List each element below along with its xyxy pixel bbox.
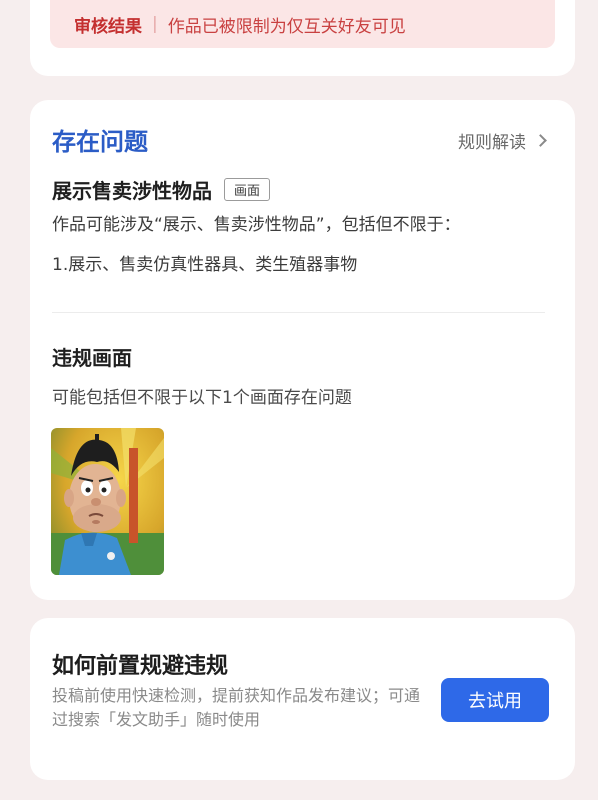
issue-description: 作品可能涉及“展示、售卖涉性物品”，包括但不限于：	[52, 215, 461, 235]
issues-card: 存在问题 规则解读 展示售卖涉性物品 画面 作品可能涉及“展示、售卖涉性物品”，…	[30, 100, 575, 600]
help-description: 投稿前使用快速检测，提前获知作品发布建议；可通过搜索「发文助手」随时使用	[52, 686, 421, 729]
issue-heading: 展示售卖涉性物品 画面	[52, 175, 271, 204]
review-result-banner: 审核结果 | 作品已被限制为仅互关好友可见	[50, 0, 555, 48]
help-title: 如何前置规避违规	[52, 654, 229, 679]
issue-name: 展示售卖涉性物品	[52, 179, 212, 203]
banner-separator: |	[152, 14, 158, 34]
issues-section-title: 存在问题	[52, 128, 148, 156]
avoid-violation-card: 如何前置规避违规 投稿前使用快速检测，提前获知作品发布建议；可通过搜索「发文助手…	[30, 618, 575, 780]
issue-item: 1.展示、售卖仿真性器具、类生殖器事物	[52, 255, 358, 275]
rules-link-label: 规则解读	[458, 133, 526, 153]
rules-interpretation-link[interactable]: 规则解读	[458, 128, 547, 153]
review-status-label: 审核结果	[74, 16, 142, 37]
violation-subtitle: 可能包括但不限于以下1个画面存在问题	[52, 388, 352, 408]
chevron-right-icon	[534, 134, 547, 147]
issue-type-tag: 画面	[224, 178, 271, 201]
review-result-card: 审核结果 | 作品已被限制为仅互关好友可见	[30, 0, 575, 76]
review-result-message: 作品已被限制为仅互关好友可见	[167, 16, 406, 37]
section-divider	[52, 312, 545, 313]
cartoon-frame-image	[51, 428, 164, 575]
violation-section-title: 违规画面	[52, 346, 132, 370]
violation-frame-thumbnail[interactable]	[51, 428, 164, 575]
try-it-button[interactable]: 去试用	[441, 678, 549, 722]
